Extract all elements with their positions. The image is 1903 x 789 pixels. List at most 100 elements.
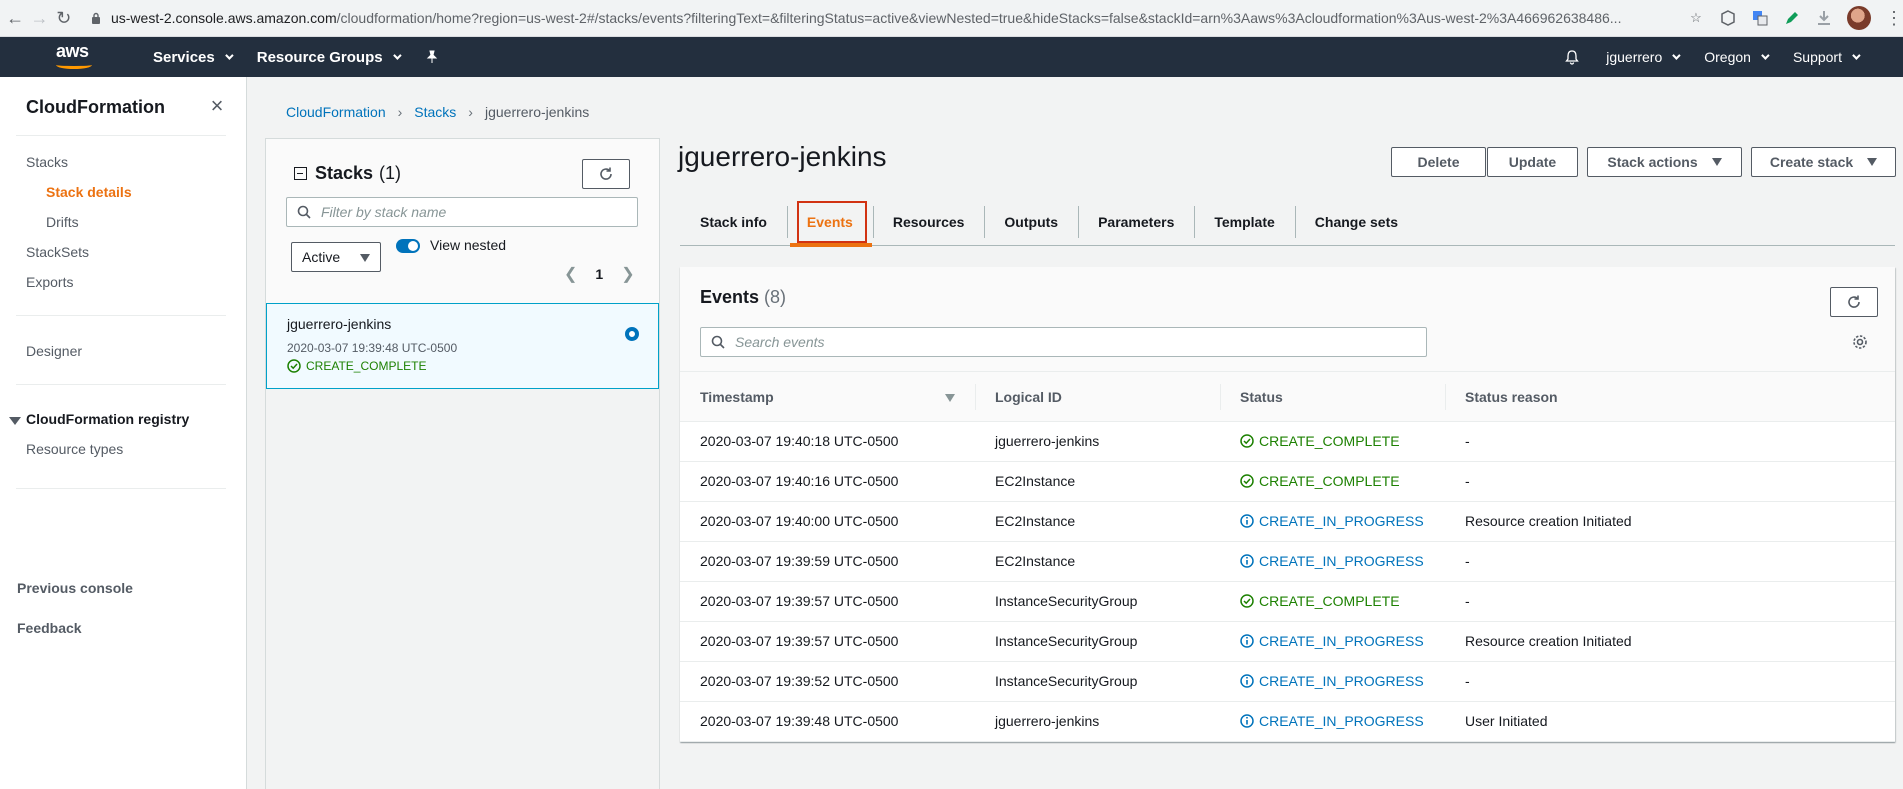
services-menu[interactable]: Services xyxy=(153,48,234,66)
aws-smile-icon xyxy=(56,61,92,69)
cell-status-reason: Resource creation Initiated xyxy=(1465,513,1632,529)
table-row[interactable]: 2020-03-07 19:39:48 UTC-0500 jguerrero-je… xyxy=(680,702,1895,742)
refresh-icon xyxy=(1848,295,1860,308)
previous-page-icon[interactable]: ❮ xyxy=(564,264,577,284)
cell-status-reason: - xyxy=(1465,673,1470,689)
table-row[interactable]: 2020-03-07 19:39:59 UTC-0500 EC2Instance C… xyxy=(680,542,1895,582)
url-text: us-west-2.console.aws.amazon.com/cloudfo… xyxy=(111,10,1651,26)
tab-events[interactable]: Events xyxy=(786,200,873,243)
pagination: ❮ 1 ❯ xyxy=(564,264,635,284)
table-row[interactable]: 2020-03-07 19:39:57 UTC-0500 InstanceSecu… xyxy=(680,582,1895,622)
info-icon xyxy=(1240,554,1254,568)
search-events-placeholder: Search events xyxy=(735,334,825,350)
next-page-icon[interactable]: ❯ xyxy=(621,264,634,284)
back-icon[interactable]: ← xyxy=(6,5,24,31)
nav-item-previous-console[interactable]: Previous console xyxy=(17,580,133,596)
support-menu[interactable]: Support xyxy=(1793,49,1861,65)
nav-divider xyxy=(16,315,226,316)
events-refresh-button[interactable] xyxy=(1830,287,1878,317)
bookmark-star-icon[interactable]: ☆ xyxy=(1687,9,1705,27)
resource-groups-menu[interactable]: Resource Groups xyxy=(257,49,402,66)
stacks-refresh-button[interactable] xyxy=(582,159,630,189)
nav-item-resource-types[interactable]: Resource types xyxy=(26,441,123,457)
breadcrumb-current: jguerrero-jenkins xyxy=(484,104,590,120)
profile-avatar[interactable] xyxy=(1846,6,1871,30)
cell-status: CREATE_IN_PROGRESS xyxy=(1240,513,1424,529)
status-text: CREATE_COMPLETE xyxy=(1259,473,1400,489)
region-label: Oregon xyxy=(1704,49,1751,65)
stack-list-item[interactable]: jguerrero-jenkins 2020-03-07 19:39:48 UT… xyxy=(266,303,659,389)
sort-descending-icon[interactable] xyxy=(945,394,955,402)
view-nested-toggle[interactable] xyxy=(396,239,420,253)
stack-actions-button[interactable]: Stack actions xyxy=(1587,147,1742,177)
nav-item-drifts[interactable]: Drifts xyxy=(46,214,79,230)
table-row[interactable]: 2020-03-07 19:39:52 UTC-0500 InstanceSecu… xyxy=(680,662,1895,702)
breadcrumb-stacks[interactable]: Stacks xyxy=(414,104,456,120)
nav-item-stacks[interactable]: Stacks xyxy=(26,154,68,170)
tab-parameters[interactable]: Parameters xyxy=(1078,205,1194,238)
reload-icon[interactable]: ↻ xyxy=(55,5,73,31)
status-filter-select[interactable]: Active xyxy=(291,242,381,272)
stack-radio-selected[interactable] xyxy=(625,327,639,341)
breadcrumb-cloudformation[interactable]: CloudFormation xyxy=(286,104,386,120)
nav-divider xyxy=(16,384,226,385)
extension-icon[interactable] xyxy=(1719,9,1737,27)
tab-outputs[interactable]: Outputs xyxy=(984,205,1078,238)
stack-status-text: CREATE_COMPLETE xyxy=(306,359,427,373)
forward-icon[interactable]: → xyxy=(30,5,48,31)
tab-template[interactable]: Template xyxy=(1194,205,1294,238)
pin-icon[interactable] xyxy=(425,50,439,64)
tab-change-sets[interactable]: Change sets xyxy=(1294,205,1418,238)
page-number[interactable]: 1 xyxy=(595,266,603,282)
translate-icon[interactable] xyxy=(1751,9,1769,27)
tab-resources[interactable]: Resources xyxy=(872,205,985,238)
refresh-icon xyxy=(600,167,612,180)
address-bar[interactable]: us-west-2.console.aws.amazon.com/cloudfo… xyxy=(87,4,1667,32)
nav-divider xyxy=(16,488,226,489)
tab-label: Outputs xyxy=(1004,213,1059,230)
caret-down-icon[interactable] xyxy=(9,417,21,425)
table-row[interactable]: 2020-03-07 19:40:18 UTC-0500 jguerrero-je… xyxy=(680,422,1895,462)
download-icon[interactable] xyxy=(1815,9,1833,27)
stacks-count: (1) xyxy=(379,163,402,183)
column-timestamp[interactable]: Timestamp xyxy=(700,389,774,405)
aws-logo[interactable]: aws xyxy=(54,41,98,73)
collapse-icon[interactable] xyxy=(294,167,307,180)
breadcrumb: CloudFormation › Stacks › jguerrero-jenk… xyxy=(286,104,589,120)
user-menu[interactable]: jguerrero xyxy=(1606,49,1681,65)
browser-menu-icon[interactable]: ⋮ xyxy=(1885,8,1903,29)
table-row[interactable]: 2020-03-07 19:40:00 UTC-0500 EC2Instance C… xyxy=(680,502,1895,542)
close-icon[interactable]: × xyxy=(206,95,228,117)
nav-item-designer[interactable]: Designer xyxy=(26,343,82,359)
region-menu[interactable]: Oregon xyxy=(1704,49,1770,65)
services-label: Services xyxy=(153,48,215,66)
search-events-input[interactable]: Search events xyxy=(700,327,1427,357)
gear-icon[interactable] xyxy=(1852,334,1868,350)
stack-name: jguerrero-jenkins xyxy=(287,316,392,332)
create-stack-label: Create stack xyxy=(1769,154,1854,170)
nav-section-registry[interactable]: CloudFormation registry xyxy=(26,411,189,427)
filter-stacks-input[interactable]: Filter by stack name xyxy=(286,197,638,227)
table-row[interactable]: 2020-03-07 19:39:57 UTC-0500 InstanceSecu… xyxy=(680,622,1895,662)
column-logical-id[interactable]: Logical ID xyxy=(995,389,1062,405)
nav-item-feedback[interactable]: Feedback xyxy=(17,620,82,636)
delete-button[interactable]: Delete xyxy=(1391,147,1486,177)
cell-timestamp: 2020-03-07 19:40:18 UTC-0500 xyxy=(700,433,899,449)
events-heading: Events (8) xyxy=(700,287,786,308)
column-status[interactable]: Status xyxy=(1240,389,1283,405)
nav-item-stacksets[interactable]: StackSets xyxy=(26,244,89,260)
cell-status-reason: - xyxy=(1465,593,1470,609)
cell-logical-id: InstanceSecurityGroup xyxy=(995,593,1138,609)
update-button[interactable]: Update xyxy=(1487,147,1578,177)
highlight-box xyxy=(796,200,867,243)
notifications-bell-icon[interactable] xyxy=(1564,49,1580,65)
table-row[interactable]: 2020-03-07 19:40:16 UTC-0500 EC2Instance C… xyxy=(680,462,1895,502)
column-status-reason[interactable]: Status reason xyxy=(1465,389,1558,405)
chevron-down-icon xyxy=(392,51,402,60)
nav-item-stack-details[interactable]: Stack details xyxy=(46,184,132,200)
cell-timestamp: 2020-03-07 19:39:59 UTC-0500 xyxy=(700,553,899,569)
tab-stack-info[interactable]: Stack info xyxy=(680,212,787,232)
pen-extension-icon[interactable] xyxy=(1783,9,1801,27)
create-stack-button[interactable]: Create stack xyxy=(1751,147,1896,177)
nav-item-exports[interactable]: Exports xyxy=(26,274,73,290)
